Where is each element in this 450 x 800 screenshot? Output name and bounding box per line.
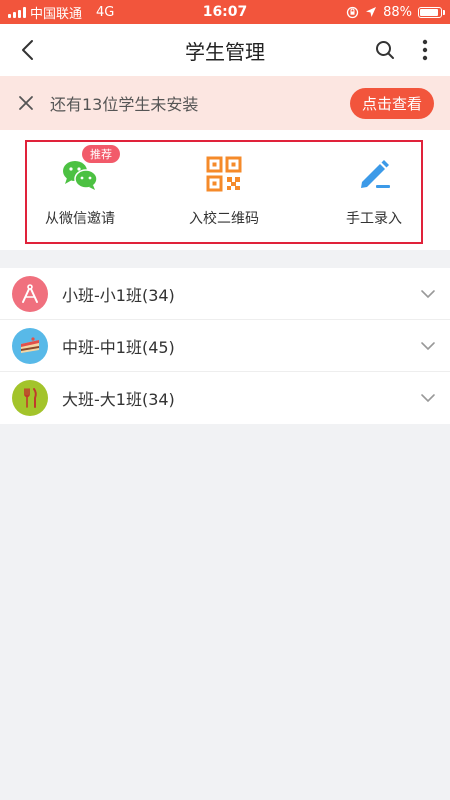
manual-entry-action[interactable]: 手工录入 [329, 154, 419, 228]
chevron-down-icon[interactable] [418, 336, 438, 356]
install-notice-banner: 还有13位学生未安装 点击查看 [0, 76, 450, 130]
back-button[interactable] [12, 35, 42, 65]
chevron-left-icon [22, 40, 33, 60]
notice-text: 还有13位学生未安装 [50, 95, 199, 114]
school-qr-code-action[interactable]: 入校二维码 [179, 154, 269, 228]
cake-icon [12, 327, 48, 364]
class-row[interactable]: 小班-小1班(34) [0, 268, 450, 320]
recommended-badge: 推荐 [82, 145, 120, 163]
class-name: 中班-中1班(45) [62, 337, 175, 357]
class-list: 小班-小1班(34) 中班-中1班(45) 大班-大1班(34) [0, 268, 450, 424]
network-type: 4G [96, 4, 115, 20]
add-student-actions: 推荐 从微信邀请 入校二维码 手工录入 [0, 130, 450, 250]
view-details-button[interactable]: 点击查看 [349, 87, 434, 119]
lock-rotation-icon [346, 6, 359, 18]
actions-highlight-box: 推荐 从微信邀请 入校二维码 手工录入 [25, 140, 423, 244]
qr-code-icon [204, 154, 244, 194]
wechat-icon: 推荐 [60, 145, 120, 194]
battery-percent: 88% [383, 4, 412, 20]
class-name: 大班-大1班(34) [62, 390, 175, 409]
battery-fill [420, 8, 438, 16]
nav-bar: 学生管理 [0, 24, 450, 76]
pen-icon [354, 154, 394, 194]
battery-icon [418, 6, 445, 18]
location-arrow-icon [366, 7, 377, 17]
action-label: 手工录入 [346, 211, 402, 227]
more-vertical-icon [422, 39, 428, 61]
class-row[interactable]: 中班-中1班(45) [0, 320, 450, 372]
status-right: 88% [346, 4, 445, 20]
signal-icon [8, 6, 26, 18]
notice-close-button[interactable] [16, 93, 36, 113]
nav-actions [372, 35, 438, 65]
chevron-down-icon[interactable] [418, 388, 438, 408]
search-button[interactable] [372, 35, 398, 65]
class-name: 小班-小1班(34) [62, 285, 175, 305]
more-button[interactable] [412, 35, 438, 65]
chevron-down-icon[interactable] [418, 284, 438, 304]
cutlery-icon [12, 380, 48, 416]
action-label: 入校二维码 [189, 211, 259, 227]
carrier-name: 中国联通 [30, 6, 83, 22]
search-icon [376, 41, 394, 59]
invite-from-wechat-action[interactable]: 推荐 从微信邀请 [35, 145, 125, 228]
close-icon [19, 96, 33, 110]
status-bar: 中国联通 4G 16:07 88% [0, 0, 450, 24]
compass-icon [12, 275, 48, 312]
status-left: 中国联通 4G [8, 3, 114, 22]
class-row[interactable]: 大班-大1班(34) [0, 372, 450, 424]
action-label: 从微信邀请 [45, 211, 115, 227]
